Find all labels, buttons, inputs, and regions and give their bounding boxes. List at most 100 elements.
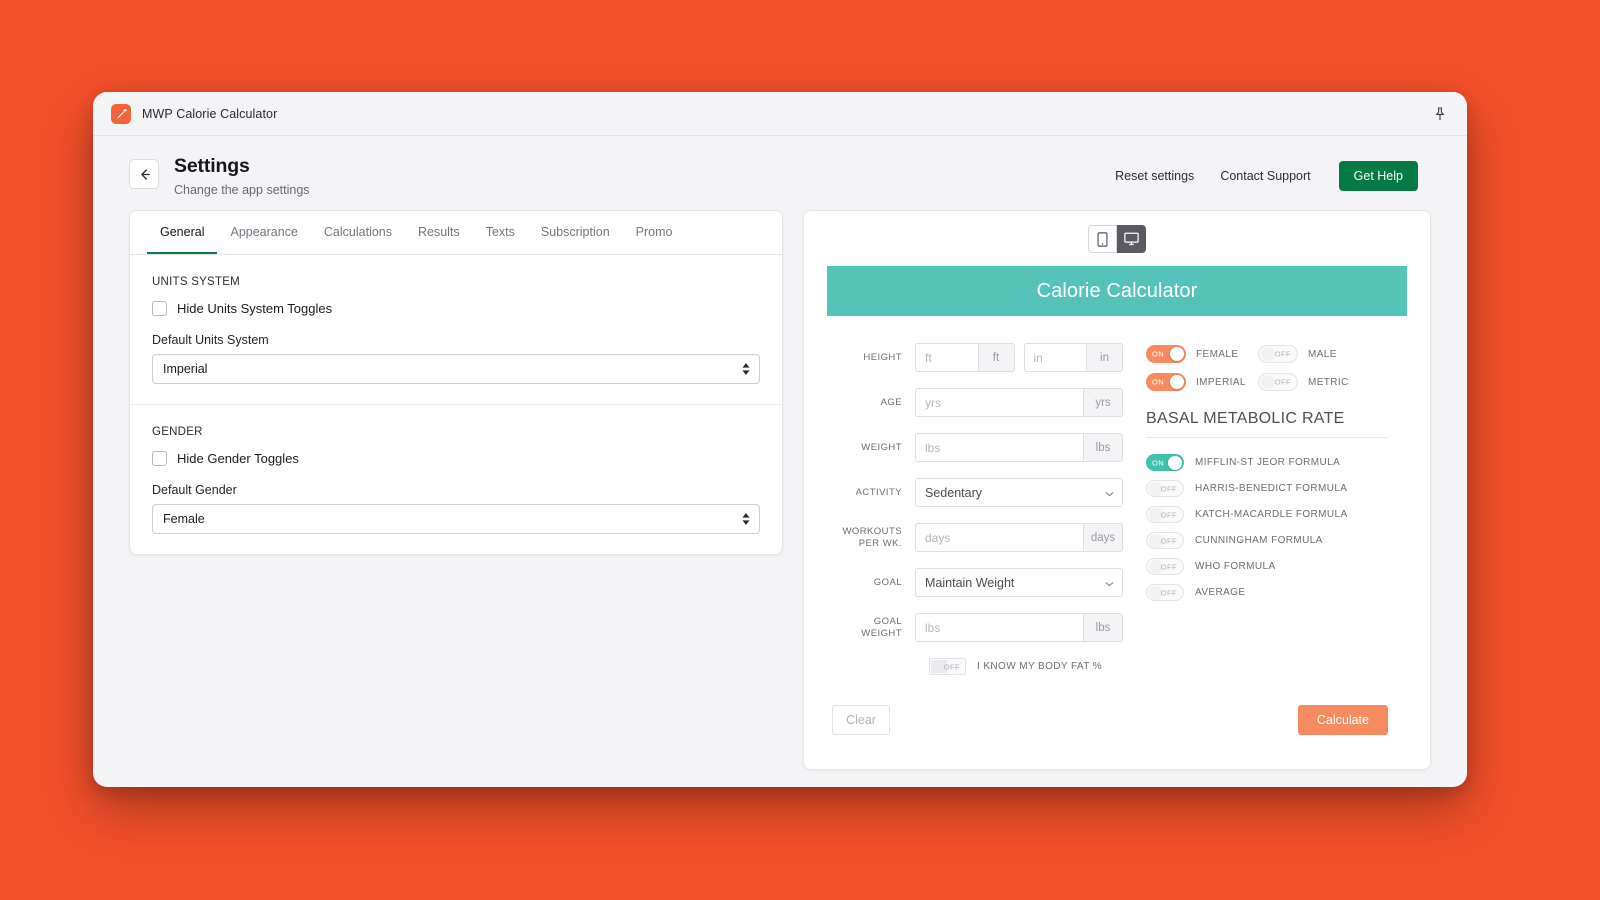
hide-gender-toggles-row[interactable]: Hide Gender Toggles bbox=[152, 451, 760, 466]
select-arrows-icon bbox=[742, 363, 750, 375]
mobile-icon[interactable] bbox=[1088, 225, 1117, 253]
default-units-select[interactable]: Imperial bbox=[152, 354, 760, 384]
toggle-knob bbox=[1170, 347, 1184, 361]
hide-units-toggles-checkbox[interactable] bbox=[152, 301, 167, 316]
bmr-row-mifflin: ON MIFFLIN-ST JEOR FORMULA bbox=[1146, 454, 1407, 471]
weight-group[interactable]: lbs lbs bbox=[915, 433, 1123, 462]
female-toggle-state: ON bbox=[1152, 349, 1165, 359]
male-label: MALE bbox=[1308, 348, 1337, 360]
tab-subscription[interactable]: Subscription bbox=[528, 211, 623, 254]
desktop-icon[interactable] bbox=[1117, 225, 1146, 253]
field-height: HEIGHT ft ft in in bbox=[833, 343, 1123, 372]
hide-units-toggles-label: Hide Units System Toggles bbox=[177, 301, 333, 316]
calculate-button[interactable]: Calculate bbox=[1297, 705, 1388, 735]
reset-settings-link[interactable]: Reset settings bbox=[1115, 169, 1194, 183]
get-help-button[interactable]: Get Help bbox=[1338, 161, 1418, 191]
mifflin-label: MIFFLIN-ST JEOR FORMULA bbox=[1195, 457, 1341, 468]
male-toggle-state: OFF bbox=[1274, 349, 1291, 359]
preview-card: Calorie Calculator HEIGHT ft ft in in AG… bbox=[803, 210, 1431, 770]
workouts-group[interactable]: days days bbox=[915, 523, 1123, 552]
bmr-row-who: OFF WHO FORMULA bbox=[1146, 558, 1407, 575]
default-gender-label: Default Gender bbox=[152, 483, 237, 497]
goal-select[interactable]: Maintain Weight bbox=[915, 568, 1123, 597]
metric-toggle-state: OFF bbox=[1274, 377, 1291, 387]
contact-support-link[interactable]: Contact Support bbox=[1220, 169, 1310, 183]
katch-label: KATCH-MACARDLE FORMULA bbox=[1195, 509, 1348, 520]
body-fat-toggle[interactable]: OFF bbox=[929, 658, 966, 675]
field-weight: WEIGHT lbs lbs bbox=[833, 433, 1123, 462]
height-ft-group[interactable]: ft ft bbox=[915, 343, 1015, 372]
chevron-down-icon bbox=[1105, 576, 1114, 590]
default-gender-select[interactable]: Female bbox=[152, 504, 760, 534]
weight-input[interactable]: lbs bbox=[916, 434, 1083, 461]
goal-weight-input[interactable]: lbs bbox=[916, 614, 1083, 641]
female-toggle[interactable]: ON bbox=[1146, 345, 1186, 363]
cunningham-toggle[interactable]: OFF bbox=[1146, 532, 1184, 549]
calculator-title: Calorie Calculator bbox=[827, 266, 1407, 316]
calculator-footer: Clear Calculate bbox=[827, 675, 1407, 763]
harris-label: HARRIS-BENEDICT FORMULA bbox=[1195, 483, 1348, 494]
page-header: Settings Change the app settings Reset s… bbox=[93, 136, 1467, 210]
goal-value: Maintain Weight bbox=[925, 575, 1015, 590]
hide-gender-toggles-checkbox[interactable] bbox=[152, 451, 167, 466]
cunningham-toggle-state: OFF bbox=[1160, 536, 1177, 545]
field-goal-weight-label: GOAL WEIGHT bbox=[861, 615, 902, 639]
default-units-label: Default Units System bbox=[152, 333, 269, 347]
back-button[interactable] bbox=[129, 159, 159, 189]
field-age: AGE yrs yrs bbox=[833, 388, 1123, 417]
body-split: General Appearance Calculations Results … bbox=[93, 210, 1467, 770]
body-fat-row: OFF I KNOW MY BODY FAT % bbox=[929, 658, 1123, 675]
who-toggle[interactable]: OFF bbox=[1146, 558, 1184, 575]
page-title: Settings bbox=[174, 155, 250, 177]
units-toggle-row: ON IMPERIAL OFF METRIC bbox=[1146, 373, 1407, 391]
tab-calculations[interactable]: Calculations bbox=[311, 211, 405, 254]
katch-toggle-state: OFF bbox=[1160, 510, 1177, 519]
katch-toggle[interactable]: OFF bbox=[1146, 506, 1184, 523]
harris-toggle[interactable]: OFF bbox=[1146, 480, 1184, 497]
height-ft-input[interactable]: ft bbox=[916, 344, 978, 371]
header-actions: Reset settings Contact Support Get Help bbox=[1115, 161, 1418, 191]
age-unit: yrs bbox=[1083, 389, 1122, 416]
default-gender-value: Female bbox=[163, 512, 205, 526]
bmr-row-cunningham: OFF CUNNINGHAM FORMULA bbox=[1146, 532, 1407, 549]
imperial-toggle[interactable]: ON bbox=[1146, 373, 1186, 391]
age-group[interactable]: yrs yrs bbox=[915, 388, 1123, 417]
settings-tabs: General Appearance Calculations Results … bbox=[130, 211, 782, 255]
bmr-title: BASAL METABOLIC RATE bbox=[1146, 410, 1389, 438]
clear-button[interactable]: Clear bbox=[832, 705, 890, 735]
units-system-section: UNITS SYSTEM Hide Units System Toggles D… bbox=[130, 255, 782, 404]
calculator-toggles: ON FEMALE OFF MALE ON IMPERIAL OFF METRI… bbox=[1123, 343, 1407, 675]
field-height-label: HEIGHT bbox=[863, 351, 902, 363]
app-window: MWP Calorie Calculator Settings Change t… bbox=[93, 92, 1467, 787]
tab-general[interactable]: General bbox=[147, 211, 218, 254]
tab-texts[interactable]: Texts bbox=[473, 211, 528, 254]
average-toggle[interactable]: OFF bbox=[1146, 584, 1184, 601]
male-toggle[interactable]: OFF bbox=[1258, 345, 1298, 363]
hide-units-toggles-row[interactable]: Hide Units System Toggles bbox=[152, 301, 760, 316]
height-in-input[interactable]: in bbox=[1025, 344, 1087, 371]
tab-appearance[interactable]: Appearance bbox=[217, 211, 310, 254]
calculator-body: HEIGHT ft ft in in AGE yrs yrs WEIGHT lb… bbox=[827, 316, 1407, 675]
who-toggle-state: OFF bbox=[1160, 562, 1177, 571]
mifflin-toggle[interactable]: ON bbox=[1146, 454, 1184, 471]
activity-select[interactable]: Sedentary bbox=[915, 478, 1123, 507]
chevron-down-icon bbox=[1105, 486, 1114, 500]
tab-results[interactable]: Results bbox=[405, 211, 473, 254]
workouts-unit: days bbox=[1083, 524, 1122, 551]
activity-value: Sedentary bbox=[925, 485, 982, 500]
goal-weight-group[interactable]: lbs lbs bbox=[915, 613, 1123, 642]
tab-promo[interactable]: Promo bbox=[623, 211, 686, 254]
average-toggle-state: OFF bbox=[1160, 588, 1177, 597]
metric-toggle[interactable]: OFF bbox=[1258, 373, 1298, 391]
pin-icon[interactable] bbox=[1432, 106, 1448, 122]
height-in-unit: in bbox=[1086, 344, 1122, 371]
workouts-input[interactable]: days bbox=[916, 524, 1083, 551]
field-goal-weight: GOAL WEIGHT lbs lbs bbox=[833, 613, 1123, 642]
imperial-toggle-state: ON bbox=[1152, 377, 1165, 387]
field-activity-label: ACTIVITY bbox=[855, 486, 902, 498]
bmr-row-harris: OFF HARRIS-BENEDICT FORMULA bbox=[1146, 480, 1407, 497]
height-in-group[interactable]: in in bbox=[1023, 343, 1123, 372]
select-arrows-icon bbox=[742, 513, 750, 525]
age-input[interactable]: yrs bbox=[916, 389, 1083, 416]
cunningham-label: CUNNINGHAM FORMULA bbox=[1195, 535, 1323, 546]
